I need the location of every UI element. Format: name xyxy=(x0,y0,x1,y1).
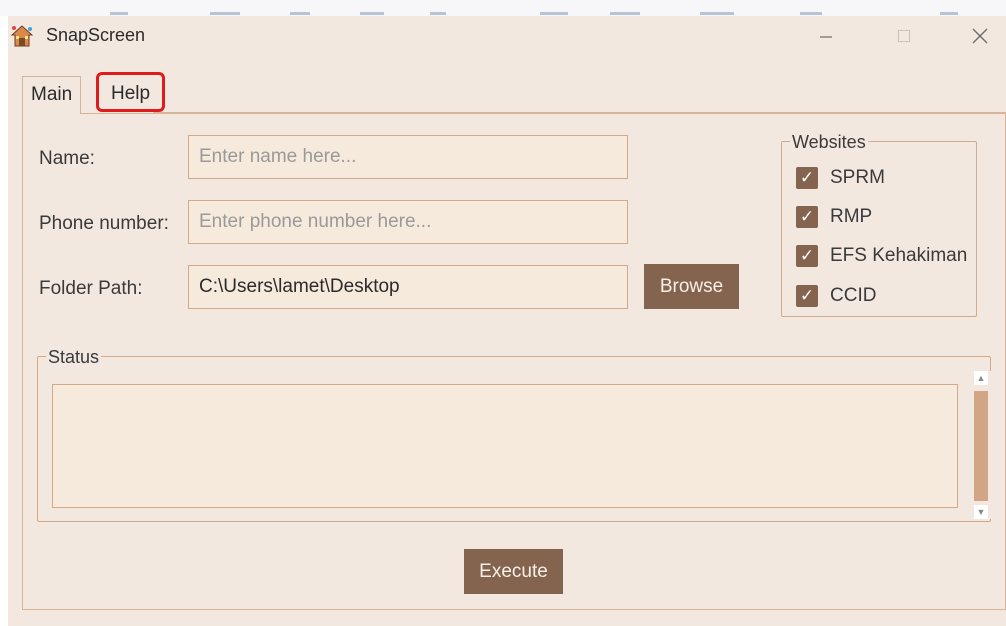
browse-button[interactable]: Browse xyxy=(644,264,739,309)
folder-path-input[interactable] xyxy=(188,265,628,309)
background-dash xyxy=(800,12,822,15)
checkbox-label: CCID xyxy=(830,285,877,306)
checkbox-label: SPRM xyxy=(830,167,885,188)
background-dash xyxy=(610,12,640,15)
checkmark-icon: ✓ xyxy=(796,167,818,189)
background-dash xyxy=(700,12,734,15)
minimize-button[interactable] xyxy=(806,22,846,50)
websites-legend: Websites xyxy=(790,132,868,153)
background-dash xyxy=(110,12,128,15)
checkmark-icon: ✓ xyxy=(796,206,818,228)
scroll-thumb[interactable] xyxy=(974,391,988,501)
checkbox-efs-kehakiman[interactable]: ✓ EFS Kehakiman xyxy=(796,242,967,270)
background-dash xyxy=(940,12,958,15)
background-dash xyxy=(430,12,446,15)
minimize-icon xyxy=(820,36,832,38)
maximize-icon xyxy=(898,30,910,42)
app-window: SnapScreen Main Help Name: Phone number:… xyxy=(8,16,1006,626)
close-button[interactable] xyxy=(960,22,1000,50)
window-title: SnapScreen xyxy=(46,25,146,45)
folder-path-label: Folder Path: xyxy=(39,278,143,299)
checkmark-icon: ✓ xyxy=(796,245,818,267)
checkmark-icon: ✓ xyxy=(796,285,818,307)
tab-help[interactable]: Help xyxy=(96,72,166,112)
background-dash xyxy=(290,12,310,15)
maximize-button[interactable] xyxy=(884,22,924,50)
checkbox-rmp[interactable]: ✓ RMP xyxy=(796,203,872,231)
phone-label: Phone number: xyxy=(39,213,169,234)
background-dash xyxy=(540,12,568,15)
status-scrollbar[interactable]: ▲ ▼ xyxy=(971,371,991,519)
checkbox-label: EFS Kehakiman xyxy=(830,245,968,266)
tab-bar: Main Help xyxy=(22,68,1006,114)
execute-button[interactable]: Execute xyxy=(464,549,563,594)
title-bar[interactable]: SnapScreen xyxy=(8,16,1006,56)
phone-input[interactable] xyxy=(188,200,628,244)
house-icon xyxy=(10,25,34,47)
checkbox-ccid[interactable]: ✓ CCID xyxy=(796,282,876,310)
name-label: Name: xyxy=(39,148,95,169)
close-icon xyxy=(972,28,988,44)
scroll-down-arrow-icon[interactable]: ▼ xyxy=(974,505,988,519)
checkbox-sprm[interactable]: ✓ SPRM xyxy=(796,164,885,192)
scroll-up-arrow-icon[interactable]: ▲ xyxy=(974,371,988,385)
status-legend: Status xyxy=(46,347,102,368)
tab-main[interactable]: Main xyxy=(22,76,82,114)
background-dash xyxy=(210,12,240,15)
checkbox-label: RMP xyxy=(830,206,873,227)
websites-group: Websites ✓ SPRM ✓ RMP ✓ EFS Kehakiman ✓ … xyxy=(781,132,977,317)
status-textarea[interactable] xyxy=(52,384,958,508)
background-strip xyxy=(0,0,1006,16)
status-group: Status ▲ ▼ xyxy=(37,347,991,522)
background-dash xyxy=(360,12,384,15)
name-input[interactable] xyxy=(188,135,628,179)
